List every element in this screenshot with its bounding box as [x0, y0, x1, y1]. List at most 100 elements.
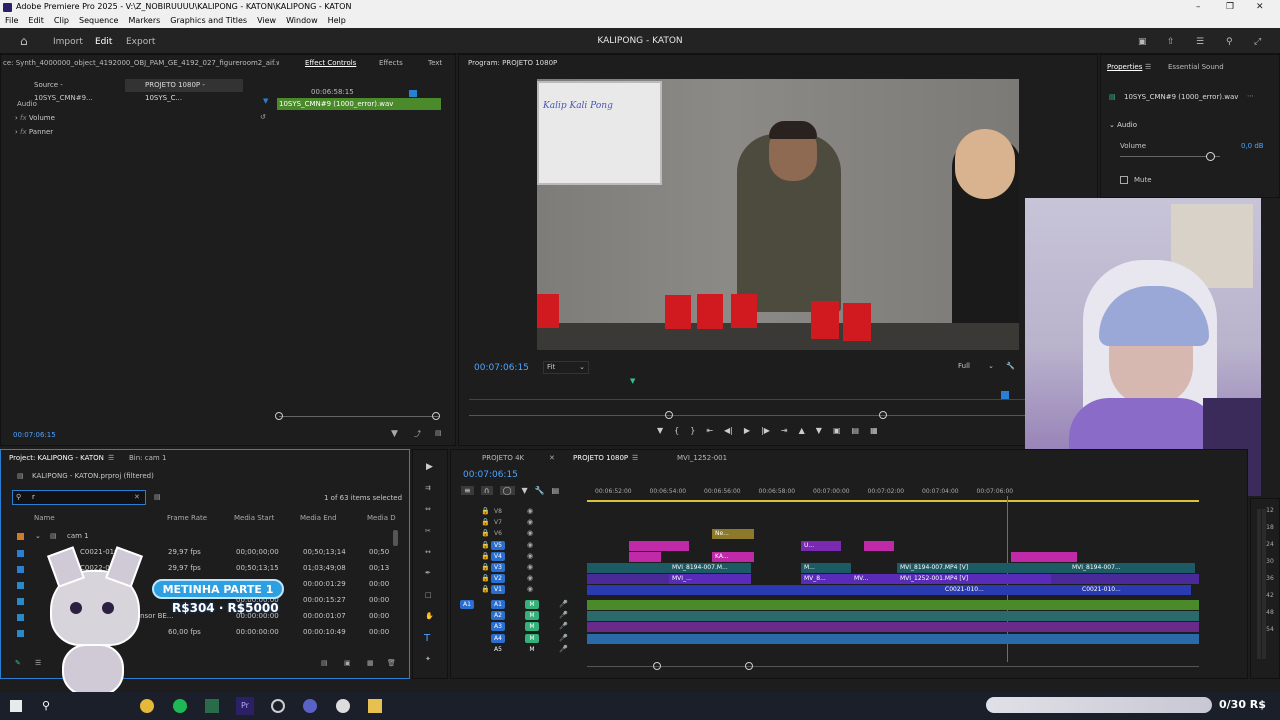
timeline-clip[interactable] — [1011, 585, 1079, 596]
tab-project[interactable]: Project: KALIPONG - KATON — [9, 454, 104, 462]
timeline-clip[interactable]: M... — [801, 563, 851, 573]
more-icon[interactable]: ⋯ — [1247, 92, 1254, 100]
track-name[interactable]: A3 — [491, 622, 505, 632]
project-search-field[interactable]: ⚲ r ✕ — [12, 490, 146, 505]
go-to-in-icon[interactable]: ⇤ — [706, 426, 713, 435]
tab-projeto-1080p[interactable]: PROJETO 1080P — [573, 454, 628, 462]
lift-icon[interactable]: ▲ — [799, 426, 805, 435]
tab-effects[interactable]: Effects — [379, 59, 403, 67]
workspace-icon[interactable]: ▣ — [1138, 37, 1147, 47]
timeline-zoom-right[interactable] — [745, 662, 753, 670]
wrench-icon[interactable]: 🔧 — [535, 486, 545, 495]
spotify-icon[interactable] — [173, 699, 187, 713]
col-frame-rate[interactable]: Frame Rate — [167, 514, 207, 522]
track-name[interactable]: V1 — [491, 585, 505, 595]
menu-window[interactable]: Window — [286, 14, 318, 28]
mute-icon[interactable]: M — [525, 645, 539, 654]
tab-effect-controls[interactable]: Effect Controls — [305, 59, 356, 67]
reset-icon[interactable]: ↺ — [260, 113, 266, 121]
tab-projeto-4k[interactable]: PROJETO 4K — [482, 454, 524, 462]
timeline-clip[interactable] — [587, 574, 669, 585]
lock-icon[interactable]: 🔒 — [481, 529, 490, 537]
search-icon[interactable]: ⚲ — [42, 699, 50, 712]
mark-out-icon[interactable]: } — [690, 426, 695, 435]
eye-icon[interactable]: ◉ — [527, 507, 533, 515]
hamburger-icon[interactable]: ☰ — [108, 454, 114, 462]
col-media-start[interactable]: Media Start — [234, 514, 274, 522]
obs-icon[interactable] — [271, 699, 285, 713]
timeline-clip[interactable]: MVI_8194-007.M... — [669, 563, 751, 573]
fullscreen-icon[interactable]: ⤢ — [1254, 37, 1261, 47]
current-timecode[interactable]: 00:07:06:15 — [13, 431, 56, 439]
mute-icon[interactable]: M — [525, 600, 539, 609]
audio-waveform-clip[interactable] — [587, 622, 1199, 633]
program-playhead[interactable] — [1001, 391, 1009, 399]
mic-icon[interactable]: 🎤 — [559, 611, 568, 619]
track-name[interactable]: A2 — [491, 611, 505, 621]
timeline-clip[interactable]: MV_8... — [801, 574, 851, 585]
search-icon[interactable]: ⚲ — [1226, 37, 1233, 47]
program-timebar[interactable] — [469, 399, 1025, 400]
timeline-ruler[interactable]: 00:06:52:00 00:06:54:00 00:06:56:00 00:06:5… — [587, 488, 1199, 498]
insert-sequence-icon[interactable]: ≡ — [461, 486, 474, 495]
audio-waveform-clip[interactable] — [587, 600, 1199, 610]
track-name[interactable]: V6 — [491, 529, 505, 538]
type-tool-icon[interactable]: T — [424, 633, 430, 644]
mute-checkbox[interactable] — [1120, 176, 1128, 184]
lock-icon[interactable]: 🔒 — [481, 541, 490, 549]
terminal-icon[interactable] — [205, 699, 219, 713]
effect-clip-bar[interactable]: 10SYS_CMN#9 (1000_error).wav — [277, 98, 441, 110]
add-marker-icon[interactable]: ▼ — [657, 426, 663, 435]
settings-icon[interactable]: ▤ — [435, 429, 442, 437]
close-icon[interactable]: ✕ — [1256, 0, 1264, 14]
panner-row[interactable]: › fx Panner — [15, 128, 53, 136]
tab-source[interactable]: Source - 10SYS_CMN#9... — [15, 79, 121, 102]
menu-markers[interactable]: Markers — [128, 14, 160, 28]
properties-volume-value[interactable]: 0,0 dB — [1241, 142, 1264, 150]
menu-sequence[interactable]: Sequence — [79, 14, 118, 28]
timeline-clip[interactable]: MVI_8194-007... — [1069, 563, 1195, 573]
chevron-down-icon[interactable]: ⌄ — [35, 532, 41, 540]
hamburger-icon[interactable]: ☰ — [632, 454, 638, 462]
work-area-bar[interactable] — [587, 500, 1199, 502]
add-marker-icon[interactable]: ▼ — [522, 486, 528, 495]
track-name[interactable]: V3 — [491, 563, 505, 572]
eye-icon[interactable]: ◉ — [527, 552, 533, 560]
volume-slider-track[interactable] — [1120, 156, 1220, 157]
source-patch-a1[interactable]: A1 — [460, 600, 474, 609]
audio-waveform-clip[interactable] — [587, 611, 1199, 622]
track-name[interactable]: V5 — [491, 540, 505, 550]
timeline-clip[interactable]: MVI_1252-001.MP4 [V] — [897, 574, 1051, 585]
extract-icon[interactable]: ▼ — [816, 426, 822, 435]
program-monitor-title[interactable]: Program: PROJETO 1080P — [468, 59, 557, 67]
timeline-clip[interactable]: C0021-010... — [1079, 585, 1191, 596]
track-name[interactable]: A4 — [491, 633, 505, 643]
compare-icon[interactable]: ▤ — [852, 426, 860, 435]
zoom-fit-select[interactable]: Fit ⌄ — [543, 361, 589, 374]
menu-edit[interactable]: Edit — [28, 14, 44, 28]
timeline-clip[interactable] — [587, 563, 669, 573]
timeline-clip[interactable] — [1051, 574, 1199, 585]
close-tab-icon[interactable]: ✕ — [549, 454, 555, 462]
restore-icon[interactable]: ❐ — [1226, 0, 1234, 14]
linked-selection-icon[interactable]: ◯ — [499, 486, 515, 495]
menu-graphics[interactable]: Graphics and Titles — [170, 14, 247, 28]
properties-audio-section[interactable]: ⌄ Audio — [1109, 121, 1137, 129]
new-bin-icon[interactable]: ▣ — [344, 659, 351, 667]
share-icon[interactable]: ⇧ — [1167, 37, 1175, 47]
mute-icon[interactable]: M — [525, 633, 539, 643]
trash-icon[interactable]: 🗑 — [387, 659, 396, 667]
timeline-clip[interactable]: MVI_... — [669, 574, 751, 585]
track-name[interactable]: V8 — [491, 507, 505, 516]
camera-icon[interactable]: ▣ — [833, 426, 841, 435]
tab-bin[interactable]: Bin: cam 1 — [129, 454, 166, 462]
step-forward-icon[interactable]: |▶ — [761, 426, 770, 435]
mic-icon[interactable]: 🎤 — [559, 634, 568, 642]
razor-icon[interactable]: ✂ — [425, 527, 431, 535]
mic-icon[interactable]: 🎤 — [559, 600, 568, 608]
eye-icon[interactable]: ◉ — [527, 574, 533, 582]
volume-slider-knob[interactable] — [1206, 152, 1215, 161]
col-media-end[interactable]: Media End — [300, 514, 337, 522]
track-name[interactable]: A5 — [491, 645, 505, 654]
clear-search-icon[interactable]: ✕ — [134, 493, 140, 501]
